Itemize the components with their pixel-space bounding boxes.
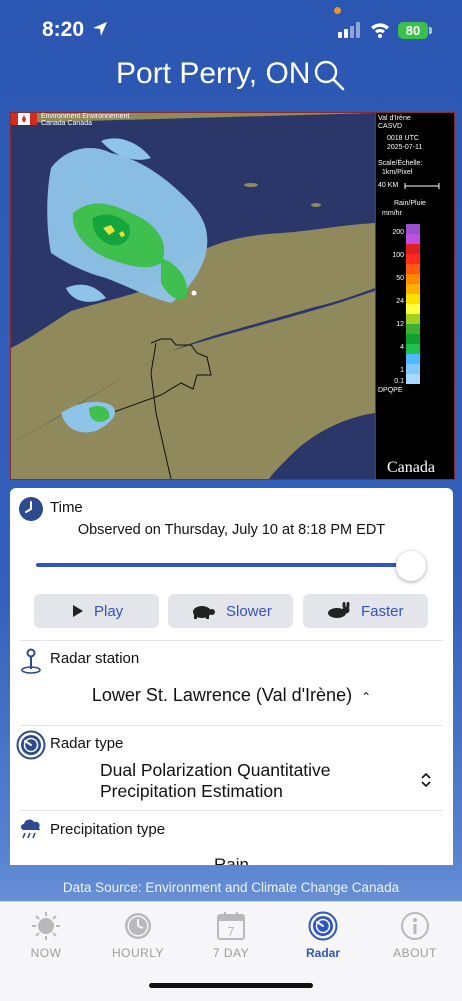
radar-legend: Val d'Irène CASVD 0018 UTC 2025-07-11 Sc… <box>375 113 454 479</box>
tab-radar[interactable]: Radar <box>277 902 369 972</box>
radar-station-icon <box>21 648 41 674</box>
tab-now-label: NOW <box>30 946 62 960</box>
location-arrow-icon <box>93 22 107 36</box>
tab-7day[interactable]: 7 7 DAY <box>185 902 277 972</box>
faster-button-label: Faster <box>361 603 404 620</box>
radar-type-label: Radar type <box>50 735 124 752</box>
play-button-label: Play <box>94 603 124 620</box>
cellular-signal-icon <box>338 22 360 38</box>
divider <box>20 725 443 726</box>
legend-tick: 100 <box>392 252 404 259</box>
precip-type-label: Precipitation type <box>50 821 166 838</box>
divider <box>20 810 443 811</box>
status-time: 8:20 <box>42 18 85 41</box>
play-button[interactable]: Play <box>34 594 159 628</box>
status-bar: 8:20 80 <box>0 0 462 60</box>
wifi-icon <box>371 23 389 38</box>
radar-type-value-line1: Dual Polarization Quantitative <box>100 760 331 780</box>
clock-icon <box>19 497 43 521</box>
tab-radar-label: Radar <box>305 946 340 960</box>
tab-7day-label: 7 DAY <box>212 946 250 960</box>
legend-tick: 1 <box>400 367 404 374</box>
page-title: Port Perry, ON <box>116 57 311 90</box>
precip-type-value: Rain <box>214 855 249 865</box>
legend-tick: 12 <box>396 321 404 328</box>
tab-about[interactable]: ABOUT <box>369 902 461 972</box>
battery-cap <box>429 27 432 34</box>
legend-distance: 40 KM <box>378 182 399 189</box>
rabbit-icon <box>328 602 350 618</box>
legend-distance-bar <box>404 183 440 189</box>
clock-icon <box>125 913 151 939</box>
observed-time: Observed on Thursday, July 10 at 8:18 PM… <box>77 522 386 538</box>
home-indicator <box>149 983 313 988</box>
precip-type-select[interactable]: Rain <box>10 855 453 865</box>
radar-map-image <box>11 113 375 479</box>
legend-scale-value: 1km/Pixel <box>382 169 413 176</box>
canada-wordmark: Canada <box>387 459 435 476</box>
legend-time: 0018 UTC <box>387 135 419 142</box>
tab-now[interactable]: NOW <box>0 902 92 972</box>
legend-tick: 200 <box>392 229 404 236</box>
legend-station: Val d'Irène <box>378 115 411 122</box>
search-icon[interactable] <box>313 59 345 91</box>
legend-station-code: CASVD <box>378 123 403 130</box>
agency-label-line2: Canada Canada <box>41 120 92 127</box>
tab-about-label: ABOUT <box>393 946 437 960</box>
privacy-indicator-dot <box>334 7 341 14</box>
calendar-day-number: 7 <box>227 924 234 939</box>
chevron-updown-icon[interactable] <box>420 772 432 788</box>
radar-controls-card: Time Observed on Thursday, July 10 at 8:… <box>10 488 453 865</box>
radar-type-icon <box>16 730 46 760</box>
legend-precip-label: Rain/Pluie <box>394 200 426 207</box>
tab-hourly-label: HOURLY <box>111 946 165 960</box>
time-slider-track[interactable] <box>36 563 408 567</box>
chevron-updown-icon: ⌃ <box>361 690 372 704</box>
calendar-icon: 7 <box>217 912 245 940</box>
legend-tick: 24 <box>396 298 404 305</box>
rain-cloud-icon <box>21 819 40 839</box>
radar-icon <box>308 911 338 941</box>
radar-station-label: Radar station <box>50 650 140 667</box>
legend-color-bar <box>406 224 420 384</box>
agency-label: Environment Environnement Canada Canada <box>41 113 129 127</box>
data-source: Data Source: Environment and Climate Cha… <box>62 880 400 895</box>
legend-scale-label: Scale/Échelle: <box>378 160 423 167</box>
slower-button[interactable]: Slower <box>168 594 293 628</box>
legend-date: 2025-07-11 <box>387 144 423 151</box>
time-label: Time <box>50 499 83 516</box>
agency-label-line1: Environment Environnement <box>41 113 130 120</box>
radar-station-select[interactable]: Lower St. Lawrence (Val d'Irène) ⌃ <box>10 685 453 706</box>
faster-button[interactable]: Faster <box>303 594 428 628</box>
sun-icon <box>32 912 60 940</box>
radar-station-value: Lower St. Lawrence (Val d'Irène) <box>91 685 353 705</box>
legend-tick: 50 <box>396 275 404 282</box>
legend-units: mm/hr <box>382 210 402 217</box>
battery-indicator: 80 <box>398 22 428 39</box>
time-slider-thumb[interactable] <box>396 551 426 581</box>
tab-hourly[interactable]: HOURLY <box>92 902 184 972</box>
divider <box>20 640 443 641</box>
legend-tick: 4 <box>400 344 404 351</box>
slower-button-label: Slower <box>226 603 272 620</box>
play-icon <box>73 605 83 617</box>
radar-map[interactable]: Environment Environnement Canada Canada … <box>10 112 455 480</box>
legend-product: DPQPE <box>378 387 403 394</box>
radar-type-value-line2: Precipitation Estimation <box>100 781 283 801</box>
info-icon <box>401 912 429 940</box>
turtle-icon <box>193 606 215 619</box>
legend-tick: 0.1 <box>394 378 404 385</box>
radar-type-select[interactable]: Dual Polarization Quantitative Precipita… <box>100 760 400 802</box>
